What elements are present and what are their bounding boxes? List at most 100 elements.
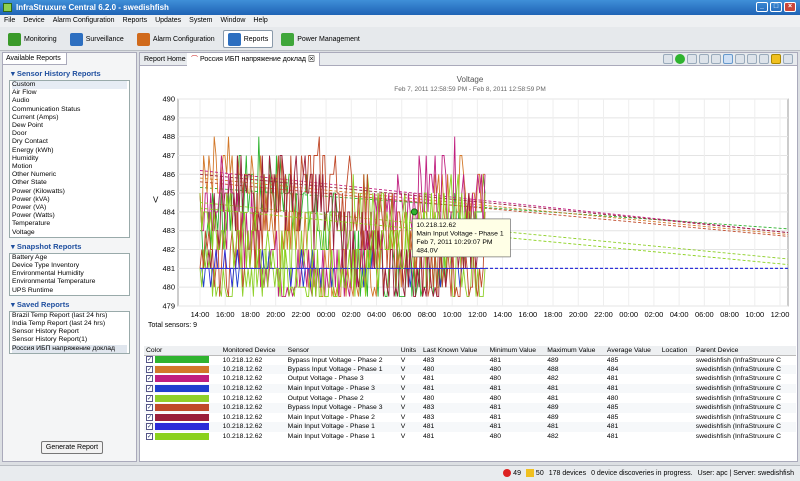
- list-item[interactable]: Motion: [12, 163, 127, 171]
- table-row[interactable]: ✓ 10.218.12.62 Bypass Input Voltage - Phas…: [144, 364, 796, 375]
- series-checkbox[interactable]: ✓: [146, 432, 153, 440]
- tab-available-reports[interactable]: Available Reports: [3, 53, 67, 65]
- color-column-header[interactable]: Color: [144, 346, 221, 356]
- column-header[interactable]: Location: [659, 346, 694, 356]
- generate-report-button[interactable]: Generate Report: [41, 441, 103, 454]
- table-row[interactable]: ✓ 10.218.12.62 Main Input Voltage - Phase …: [144, 413, 796, 423]
- series-checkbox[interactable]: ✓: [146, 394, 153, 402]
- device-count[interactable]: 178 devices: [549, 466, 586, 481]
- hand-icon[interactable]: [687, 54, 697, 64]
- menu-item-4[interactable]: Updates: [155, 15, 181, 27]
- color-swatch[interactable]: [155, 413, 209, 421]
- column-header[interactable]: Units: [398, 346, 421, 356]
- list-item[interactable]: Humidity: [12, 155, 127, 163]
- column-header[interactable]: Parent Device: [693, 346, 796, 356]
- list-item[interactable]: Power (Watts): [12, 212, 127, 220]
- list-item[interactable]: Other Numeric: [12, 171, 127, 179]
- list-item[interactable]: Power (kVA): [12, 196, 127, 204]
- snapshot-heading[interactable]: ▾ Snapshot Reports: [3, 238, 136, 253]
- column-header[interactable]: Minimum Value: [487, 346, 546, 356]
- table-row[interactable]: ✓ 10.218.12.62 Main Input Voltage - Phase …: [144, 422, 796, 432]
- list-item[interactable]: Battery Age: [12, 254, 127, 262]
- more-icon[interactable]: [783, 54, 793, 64]
- list-item[interactable]: Air Flow: [12, 89, 127, 97]
- list-item[interactable]: Россия ИБП напряжение доклад: [12, 344, 127, 353]
- color-swatch[interactable]: [155, 394, 209, 402]
- series-checkbox[interactable]: ✓: [146, 413, 153, 421]
- color-swatch[interactable]: [155, 365, 209, 373]
- list-item[interactable]: Other State: [12, 179, 127, 187]
- toolbar-button-3[interactable]: Reports: [222, 30, 274, 48]
- color-swatch[interactable]: [155, 384, 209, 392]
- column-header[interactable]: Sensor: [285, 346, 399, 356]
- close-tab-icon[interactable]: ⊠: [308, 56, 315, 63]
- list-item[interactable]: Communication Status: [12, 106, 127, 114]
- tab-report-home[interactable]: Report Home: [140, 53, 191, 66]
- menu-item-1[interactable]: Device: [23, 15, 44, 27]
- series-checkbox[interactable]: ✓: [146, 423, 153, 431]
- column-header[interactable]: Average Value: [604, 346, 660, 356]
- chart-view-icon[interactable]: [723, 54, 733, 64]
- sensor-history-heading[interactable]: ▾ Sensor History Reports: [3, 65, 136, 80]
- color-swatch[interactable]: [155, 375, 209, 383]
- list-item[interactable]: India Temp Report (last 24 hrs): [12, 320, 127, 328]
- list-item[interactable]: Device Type Inventory: [12, 262, 127, 270]
- list-item[interactable]: Audio: [12, 97, 127, 105]
- toolbar-button-0[interactable]: Monitoring: [3, 30, 62, 48]
- toolbar-button-4[interactable]: Power Management: [276, 30, 365, 48]
- list-item[interactable]: Dry Contact: [12, 138, 127, 146]
- pencil-icon[interactable]: [663, 54, 673, 64]
- list-item[interactable]: UPS Runtime: [12, 287, 127, 295]
- toolbar-button-2[interactable]: Alarm Configuration: [132, 30, 220, 48]
- close-button[interactable]: ×: [784, 2, 796, 12]
- table-row[interactable]: ✓ 10.218.12.62 Main Input Voltage - Phase …: [144, 383, 796, 394]
- list-item[interactable]: Sensor History Report(1): [12, 336, 127, 344]
- maximize-button[interactable]: □: [770, 2, 782, 12]
- column-header[interactable]: Last Known Value: [420, 346, 488, 356]
- comment-icon[interactable]: [771, 54, 781, 64]
- table-row[interactable]: ✓ 10.218.12.62 Output Voltage - Phase 2 V 48…: [144, 393, 796, 403]
- color-swatch[interactable]: [155, 432, 209, 440]
- refresh-icon[interactable]: [747, 54, 757, 64]
- menu-item-7[interactable]: Help: [253, 15, 267, 27]
- warning-count[interactable]: 50: [525, 466, 544, 481]
- tab-active-report[interactable]: ⌒ Россия ИБП напряжение доклад ⊠: [187, 53, 320, 66]
- series-checkbox[interactable]: ✓: [146, 375, 153, 383]
- series-checkbox[interactable]: ✓: [146, 356, 153, 364]
- series-checkbox[interactable]: ✓: [146, 365, 153, 373]
- selected-point[interactable]: [410, 208, 418, 216]
- color-swatch[interactable]: [155, 423, 209, 431]
- menu-item-0[interactable]: File: [4, 15, 15, 27]
- list-item[interactable]: Temperature: [12, 220, 127, 228]
- color-swatch[interactable]: [155, 404, 209, 412]
- list-item[interactable]: Custom: [12, 81, 127, 90]
- series-checkbox[interactable]: ✓: [146, 404, 153, 412]
- color-swatch[interactable]: [155, 356, 209, 364]
- error-count[interactable]: 49: [503, 466, 521, 481]
- table-row[interactable]: ✓ 10.218.12.62 Bypass Input Voltage - Phas…: [144, 402, 796, 413]
- minimize-button[interactable]: _: [756, 2, 768, 12]
- list-item[interactable]: Environmental Temperature: [12, 278, 127, 286]
- menu-item-5[interactable]: System: [189, 15, 212, 27]
- list-item[interactable]: Environmental Humidity: [12, 270, 127, 278]
- green-circle-icon[interactable]: [675, 54, 685, 64]
- zoom-out-icon[interactable]: [711, 54, 721, 64]
- table-row[interactable]: ✓ 10.218.12.62 Bypass Input Voltage - Phas…: [144, 355, 796, 365]
- voltage-chart[interactable]: Voltage Feb 7, 2011 12:58:59 PM - Feb 8, …: [140, 67, 797, 345]
- table-row[interactable]: ✓ 10.218.12.62 Main Input Voltage - Phase …: [144, 432, 796, 442]
- series-checkbox[interactable]: ✓: [146, 384, 153, 392]
- table-view-icon[interactable]: [735, 54, 745, 64]
- table-row[interactable]: ✓ 10.218.12.62 Output Voltage - Phase 3 V 48…: [144, 374, 796, 384]
- menu-item-2[interactable]: Alarm Configuration: [53, 15, 115, 27]
- list-item[interactable]: Power (Kilowatts): [12, 188, 127, 196]
- save-icon[interactable]: [759, 54, 769, 64]
- list-item[interactable]: Brazil Temp Report (last 24 hrs): [12, 312, 127, 320]
- saved-heading[interactable]: ▾ Saved Reports: [3, 296, 136, 311]
- column-header[interactable]: Monitored Device: [220, 346, 286, 356]
- list-item[interactable]: Voltage: [12, 229, 127, 237]
- column-header[interactable]: Maximum Value: [545, 346, 605, 356]
- list-item[interactable]: Power (VA): [12, 204, 127, 212]
- list-item[interactable]: Current (Amps): [12, 114, 127, 122]
- menu-item-6[interactable]: Window: [221, 15, 246, 27]
- list-item[interactable]: Energy (kWh): [12, 147, 127, 155]
